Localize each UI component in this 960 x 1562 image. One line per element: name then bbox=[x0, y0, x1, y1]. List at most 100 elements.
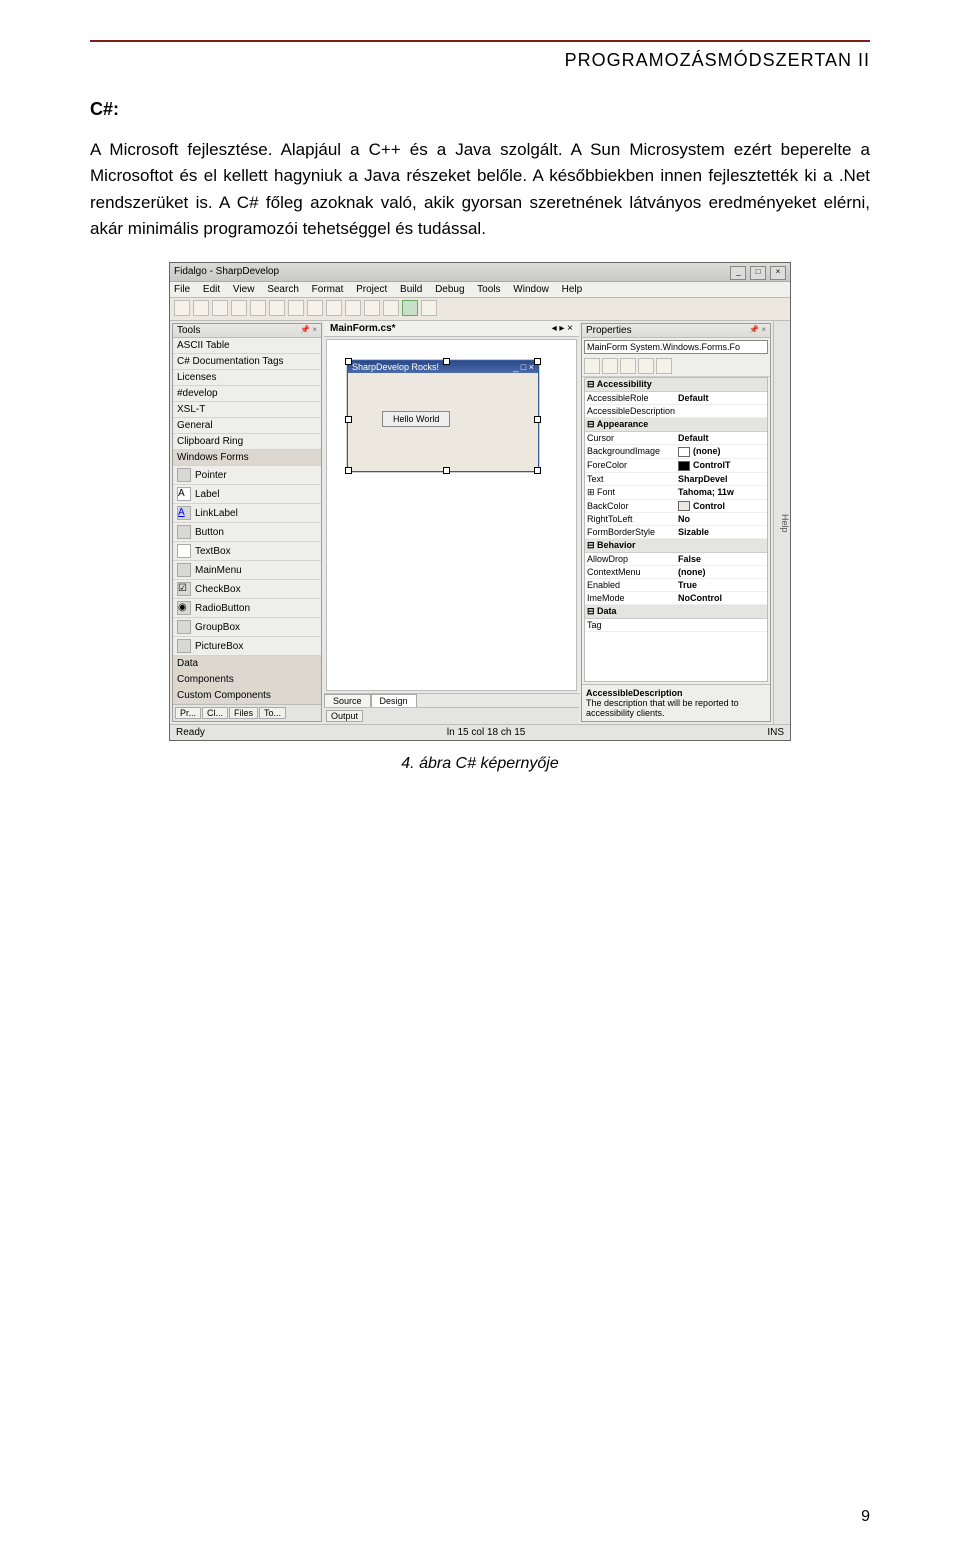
pin-icon[interactable]: 📌 × bbox=[300, 325, 317, 336]
tools-group[interactable]: Components bbox=[173, 672, 321, 688]
radiobutton-icon: ◉ bbox=[177, 601, 191, 615]
design-surface[interactable]: SharpDevelop Rocks! _ □ × Hello World bbox=[326, 339, 577, 691]
ide-toolbar bbox=[170, 298, 790, 321]
prop-category[interactable]: ⊟ Behavior bbox=[585, 539, 767, 553]
tool-checkbox[interactable]: ☑CheckBox bbox=[173, 580, 321, 599]
toolbar-button[interactable] bbox=[174, 300, 190, 316]
tools-item[interactable]: General bbox=[173, 418, 321, 434]
menu-tools[interactable]: Tools bbox=[477, 284, 500, 295]
ide-menubar: File Edit View Search Format Project Bui… bbox=[170, 282, 790, 298]
menu-debug[interactable]: Debug bbox=[435, 284, 464, 295]
tools-item[interactable]: Clipboard Ring bbox=[173, 434, 321, 450]
menu-format[interactable]: Format bbox=[312, 284, 344, 295]
toolbar-button[interactable] bbox=[212, 300, 228, 316]
view-tabs: Source Design bbox=[324, 693, 579, 707]
tab-source[interactable]: Source bbox=[324, 694, 371, 707]
button-icon bbox=[177, 525, 191, 539]
tools-item[interactable]: ASCII Table bbox=[173, 338, 321, 354]
tools-panel-label: Tools bbox=[177, 325, 200, 336]
tools-item[interactable]: #develop bbox=[173, 386, 321, 402]
tool-button[interactable]: Button bbox=[173, 523, 321, 542]
menu-help[interactable]: Help bbox=[562, 284, 583, 295]
side-tab-help[interactable]: Help bbox=[773, 321, 790, 724]
textbox-icon bbox=[177, 544, 191, 558]
ide-statusbar: Ready ln 15 col 18 ch 15 INS bbox=[170, 724, 790, 740]
minimize-icon[interactable]: _ bbox=[730, 266, 746, 280]
toolbar-button[interactable] bbox=[402, 300, 418, 316]
window-buttons: _ □ × bbox=[729, 263, 786, 281]
toolbar-button[interactable] bbox=[307, 300, 323, 316]
tools-panel-title: Tools 📌 × bbox=[173, 324, 321, 338]
linklabel-icon: A bbox=[177, 506, 191, 520]
doc-tab-nav[interactable]: ◂ ▸ × bbox=[552, 323, 573, 334]
tool-textbox[interactable]: TextBox bbox=[173, 542, 321, 561]
tool-radiobutton[interactable]: ◉RadioButton bbox=[173, 599, 321, 618]
property-help: AccessibleDescription The description th… bbox=[582, 684, 770, 721]
prop-tb-button[interactable] bbox=[638, 358, 654, 374]
properties-title: Properties bbox=[586, 325, 632, 336]
tools-item[interactable]: Windows Forms bbox=[173, 450, 321, 466]
status-ins: INS bbox=[767, 727, 784, 738]
tool-linklabel[interactable]: ALinkLabel bbox=[173, 504, 321, 523]
toolbar-button[interactable] bbox=[326, 300, 342, 316]
tool-mainmenu[interactable]: MainMenu bbox=[173, 561, 321, 580]
property-help-title: AccessibleDescription bbox=[586, 688, 683, 698]
toolbar-button[interactable] bbox=[421, 300, 437, 316]
tool-pointer[interactable]: Pointer bbox=[173, 466, 321, 485]
menu-edit[interactable]: Edit bbox=[203, 284, 220, 295]
tools-item[interactable]: Licenses bbox=[173, 370, 321, 386]
ide-screenshot: Fidalgo - SharpDevelop _ □ × File Edit V… bbox=[169, 262, 791, 741]
tab-classes[interactable]: Cl... bbox=[202, 707, 228, 719]
form-title: SharpDevelop Rocks! bbox=[352, 362, 439, 372]
prop-category[interactable]: ⊟ Appearance bbox=[585, 418, 767, 432]
toolbar-button[interactable] bbox=[383, 300, 399, 316]
tool-label[interactable]: ALabel bbox=[173, 485, 321, 504]
prop-category[interactable]: ⊟ Data bbox=[585, 605, 767, 619]
tools-group[interactable]: Data bbox=[173, 656, 321, 672]
toolbar-button[interactable] bbox=[288, 300, 304, 316]
menu-build[interactable]: Build bbox=[400, 284, 422, 295]
menu-view[interactable]: View bbox=[233, 284, 255, 295]
prop-tb-button[interactable] bbox=[602, 358, 618, 374]
groupbox-icon bbox=[177, 620, 191, 634]
toolbar-button[interactable] bbox=[364, 300, 380, 316]
document-tab[interactable]: MainForm.cs* ◂ ▸ × bbox=[324, 321, 579, 337]
tab-projects[interactable]: Pr... bbox=[175, 707, 201, 719]
prop-tb-button[interactable] bbox=[620, 358, 636, 374]
properties-toolbar bbox=[582, 356, 770, 377]
toolbar-button[interactable] bbox=[269, 300, 285, 316]
body-paragraph: A Microsoft fejlesztése. Alapjául a C++ … bbox=[90, 137, 870, 242]
tools-item[interactable]: XSL-T bbox=[173, 402, 321, 418]
ide-titlebar: Fidalgo - SharpDevelop _ □ × bbox=[170, 263, 790, 282]
close-icon[interactable]: × bbox=[770, 266, 786, 280]
pin-icon[interactable]: 📌 × bbox=[749, 325, 766, 336]
tab-tools[interactable]: To... bbox=[259, 707, 286, 719]
header-rule bbox=[90, 40, 870, 42]
prop-tb-button[interactable] bbox=[584, 358, 600, 374]
prop-category[interactable]: ⊟ Accessibility bbox=[585, 378, 767, 392]
properties-object-selector[interactable]: MainForm System.Windows.Forms.Fo bbox=[584, 340, 768, 354]
status-ready: Ready bbox=[176, 727, 205, 738]
pointer-icon bbox=[177, 468, 191, 482]
prop-tb-button[interactable] bbox=[656, 358, 672, 374]
form-designer[interactable]: SharpDevelop Rocks! _ □ × Hello World bbox=[347, 360, 539, 472]
toolbar-button[interactable] bbox=[250, 300, 266, 316]
tab-output[interactable]: Output bbox=[326, 710, 363, 722]
toolbar-button[interactable] bbox=[345, 300, 361, 316]
tab-files[interactable]: Files bbox=[229, 707, 258, 719]
menu-search[interactable]: Search bbox=[267, 284, 299, 295]
property-grid[interactable]: ⊟ Accessibility AccessibleRoleDefault Ac… bbox=[584, 377, 768, 682]
hello-world-button[interactable]: Hello World bbox=[382, 411, 450, 427]
tab-design[interactable]: Design bbox=[371, 694, 417, 707]
ide-window-title: Fidalgo - SharpDevelop bbox=[174, 263, 279, 281]
menu-project[interactable]: Project bbox=[356, 284, 387, 295]
toolbar-button[interactable] bbox=[193, 300, 209, 316]
menu-window[interactable]: Window bbox=[513, 284, 549, 295]
tool-picturebox[interactable]: PictureBox bbox=[173, 637, 321, 656]
tool-groupbox[interactable]: GroupBox bbox=[173, 618, 321, 637]
tools-group[interactable]: Custom Components bbox=[173, 688, 321, 704]
maximize-icon[interactable]: □ bbox=[750, 266, 766, 280]
tools-item[interactable]: C# Documentation Tags bbox=[173, 354, 321, 370]
menu-file[interactable]: File bbox=[174, 284, 190, 295]
toolbar-button[interactable] bbox=[231, 300, 247, 316]
